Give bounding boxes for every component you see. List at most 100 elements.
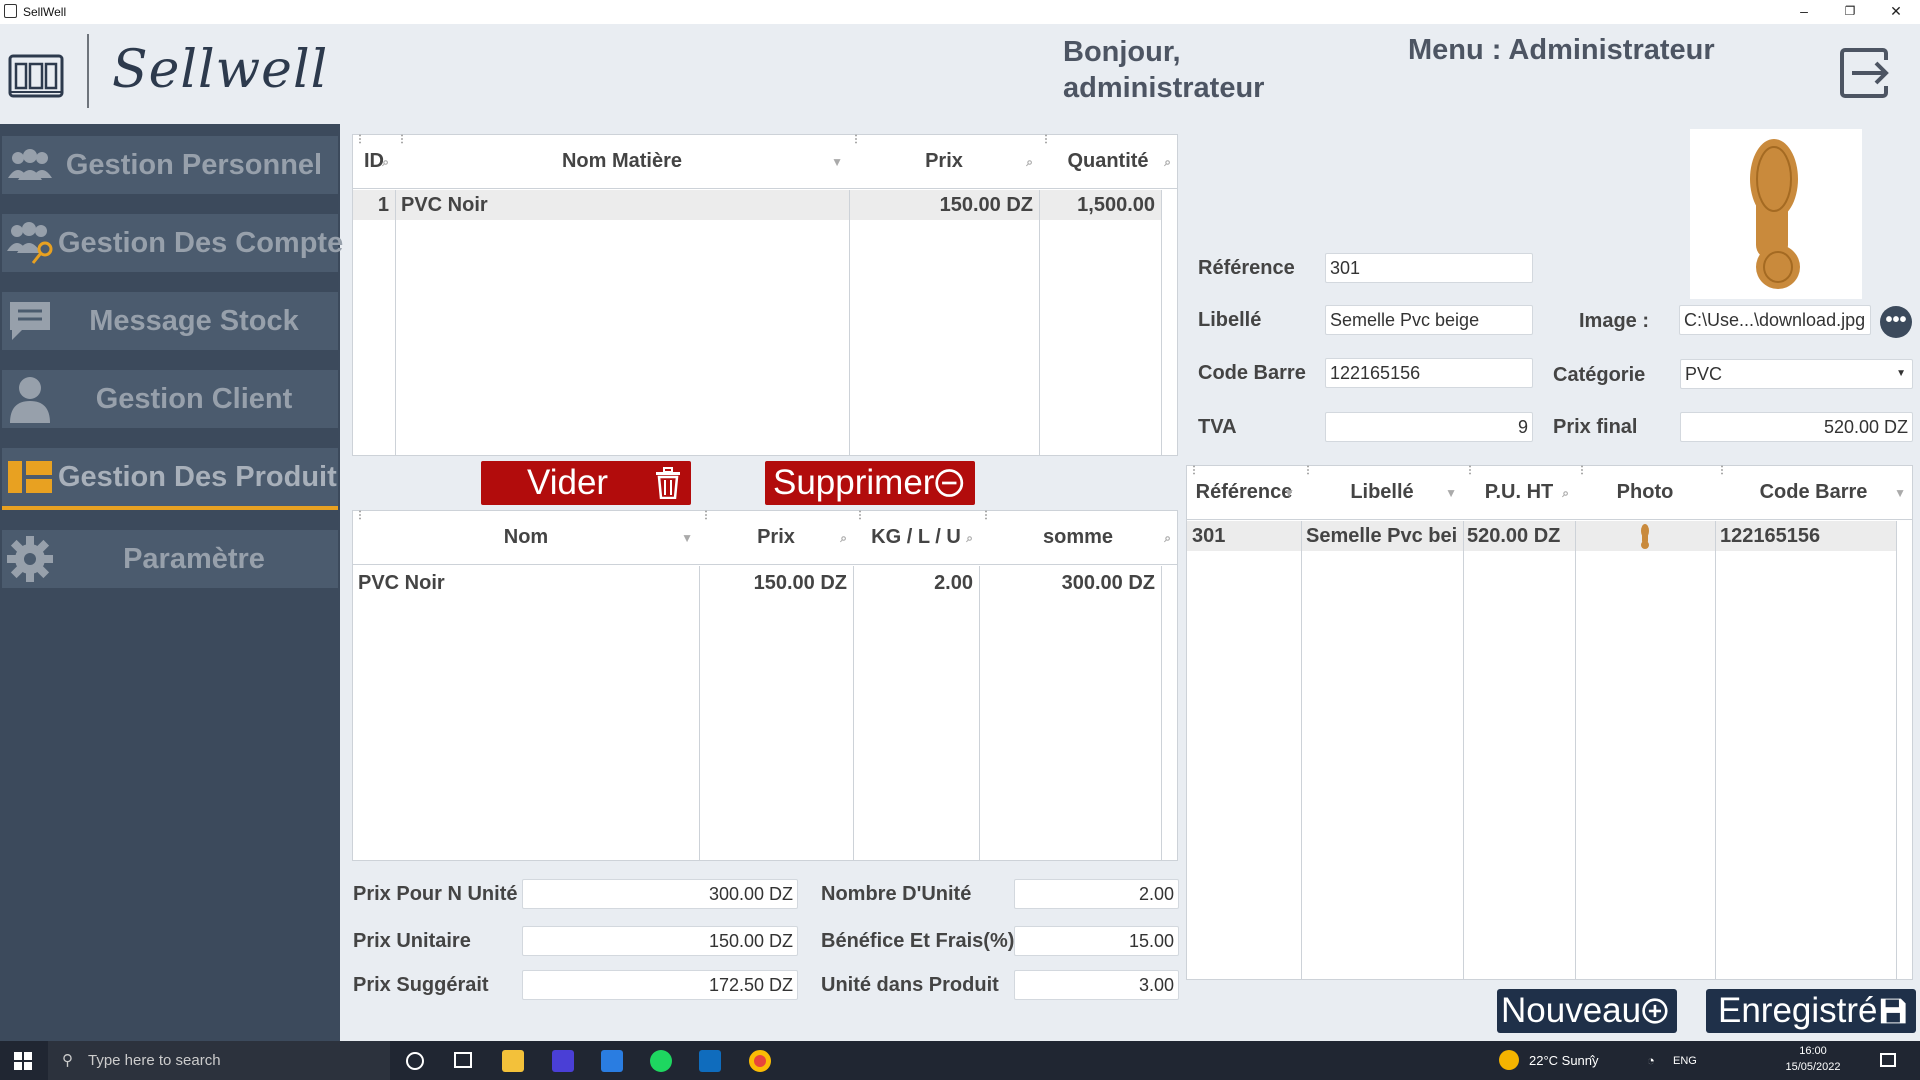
restore-button[interactable]: ❐ [1827, 0, 1873, 24]
browse-image-button[interactable]: ••• [1880, 306, 1912, 338]
cell-kg: 2.00 [934, 572, 973, 594]
unite-produit-field[interactable]: 3.00 [1014, 970, 1179, 1000]
nombre-unite-field[interactable]: 2.00 [1014, 879, 1179, 909]
sidebar-item-label: Gestion Des Compte [58, 226, 344, 259]
tva-field[interactable]: 9 [1325, 412, 1533, 442]
task-view-icon[interactable] [454, 1052, 472, 1068]
chrome-icon[interactable] [749, 1050, 771, 1072]
users-key-icon [2, 214, 58, 272]
minimize-button[interactable]: – [1781, 0, 1827, 24]
column-header-reference[interactable]: ⋮ Référence ▼ [1187, 466, 1301, 520]
mail-icon[interactable] [699, 1050, 721, 1072]
sidebar-item-gestion-des-produit[interactable]: Gestion Des Produit [2, 448, 338, 510]
column-header-somme[interactable]: ⋮ somme ⌕ [979, 511, 1177, 565]
column-header-quantite[interactable]: ⋮ Quantité ⌕ [1039, 135, 1177, 189]
categorie-select[interactable]: PVC ▼ [1680, 359, 1913, 389]
search-icon[interactable]: ⌕ [966, 531, 973, 546]
prix-unitaire-field[interactable]: 150.00 DZ [522, 926, 798, 956]
column-header-nom-matiere[interactable]: ⋮ Nom Matière ▼ [395, 135, 849, 189]
filter-icon[interactable]: ▼ [1894, 486, 1906, 500]
filter-icon[interactable]: ▼ [1445, 486, 1457, 500]
prix-pour-n-unite-label: Prix Pour N Unité [353, 883, 518, 905]
taskbar-search-input[interactable]: ⚲ Type here to search [48, 1041, 390, 1080]
app-icon [4, 4, 17, 18]
image-label: Image : [1579, 310, 1650, 332]
benefice-field[interactable]: 15.00 [1014, 926, 1179, 956]
sidebar-item-gestion-client[interactable]: Gestion Client [2, 370, 338, 428]
sidebar-item-gestion-personnel[interactable]: Gestion Personnel [2, 136, 338, 194]
notifications-icon[interactable] [1880, 1053, 1896, 1067]
reference-field[interactable]: 301 [1325, 253, 1533, 283]
save-icon [1880, 998, 1906, 1024]
products-table[interactable]: ⋮ Référence ▼ ⋮ Libellé ▼ ⋮ P.U. HT ⌕ ⋮ Photo ⋮… [1186, 465, 1913, 980]
clock[interactable]: 16:00 15/05/2022 [1778, 1043, 1848, 1075]
search-icon[interactable]: ⌕ [1164, 531, 1171, 546]
menu-title: Menu : Administrateur [1408, 34, 1715, 66]
search-icon[interactable]: ⌕ [840, 531, 847, 546]
sidebar-item-parametre[interactable]: Paramètre [2, 530, 338, 588]
trash-icon [656, 467, 680, 499]
code-barre-field[interactable]: 122165156 [1325, 358, 1533, 388]
column-header-prix[interactable]: ⋮ Prix ⌕ [849, 135, 1039, 189]
search-icon[interactable]: ⌕ [382, 155, 389, 170]
clock-time: 16:00 [1799, 1045, 1827, 1057]
tray-chevron-icon[interactable]: ⌃ [1588, 1041, 1597, 1080]
sidebar-item-message-stock[interactable]: Message Stock [2, 292, 338, 350]
taskbar-search-placeholder: Type here to search [88, 1052, 221, 1069]
composition-table[interactable]: ⋮ Nom ▼ ⋮ Prix ⌕ ⋮ KG / L / U ⌕ ⋮ somme ⌕ PVC No… [352, 510, 1178, 861]
enregistre-button[interactable]: Enregistré [1706, 989, 1916, 1033]
logo-icon [8, 54, 64, 98]
cell-pu: 520.00 DZ [1467, 525, 1561, 547]
cell-nom: PVC Noir [358, 572, 445, 594]
product-image [1690, 129, 1862, 299]
sidebar-item-gestion-des-compte[interactable]: Gestion Des Compte [2, 214, 343, 272]
logout-icon[interactable] [1838, 46, 1892, 100]
column-header-prix[interactable]: ⋮ Prix ⌕ [699, 511, 853, 565]
more-icon: ••• [1885, 309, 1907, 331]
window-title: SellWell [23, 5, 67, 19]
sole-image-icon [1750, 139, 1800, 289]
close-button[interactable]: ✕ [1873, 0, 1919, 24]
filter-icon[interactable]: ▼ [681, 531, 693, 545]
windows-start-icon[interactable] [14, 1052, 32, 1070]
layout-icon [2, 448, 58, 506]
categorie-value: PVC [1685, 364, 1723, 384]
column-header-photo[interactable]: ⋮ Photo [1575, 466, 1715, 520]
sidebar-item-label: Gestion Personnel [65, 148, 323, 181]
app-header: Sellwell Bonjour, administrateur Menu : … [0, 24, 1920, 124]
prix-suggere-field[interactable]: 172.50 DZ [522, 970, 798, 1000]
column-header-libelle[interactable]: ⋮ Libellé ▼ [1301, 466, 1463, 520]
sidebar-item-label: Paramètre [123, 542, 265, 575]
cell-prix: 150.00 DZ [939, 194, 1033, 216]
search-icon[interactable]: ⌕ [1164, 155, 1171, 170]
column-header-id[interactable]: ⋮ ID ⌕ [353, 135, 395, 189]
store-icon[interactable] [601, 1050, 623, 1072]
visual-studio-icon[interactable] [552, 1050, 574, 1072]
cortana-icon[interactable] [406, 1052, 424, 1070]
libelle-field[interactable]: Semelle Pvc beige [1325, 305, 1533, 335]
column-header-kg-l-u[interactable]: ⋮ KG / L / U ⌕ [853, 511, 979, 565]
network-icon[interactable]: ◔ [1647, 1041, 1655, 1080]
filter-icon[interactable]: ▼ [1283, 486, 1295, 500]
column-header-code-barre[interactable]: ⋮ Code Barre ▼ [1715, 466, 1912, 520]
search-icon[interactable]: ⌕ [1562, 486, 1569, 501]
search-icon[interactable]: ⌕ [1026, 155, 1033, 170]
filter-icon[interactable]: ▼ [831, 155, 843, 169]
column-header-pu-ht[interactable]: ⋮ P.U. HT ⌕ [1463, 466, 1575, 520]
supprimer-button[interactable]: Supprimer [765, 461, 975, 505]
weather-sun-icon[interactable] [1499, 1050, 1519, 1070]
cell-reference: 301 [1192, 525, 1226, 547]
prix-pour-n-unite-field[interactable]: 300.00 DZ [522, 879, 798, 909]
materials-table[interactable]: ⋮ ID ⌕ ⋮ Nom Matière ▼ ⋮ Prix ⌕ ⋮ Quantité ⌕ 1 P… [352, 134, 1178, 456]
nouveau-button[interactable]: Nouveau [1497, 989, 1677, 1033]
spotify-icon[interactable] [650, 1050, 672, 1072]
file-explorer-icon[interactable] [502, 1050, 524, 1072]
categorie-label: Catégorie [1553, 364, 1646, 386]
column-header-nom[interactable]: ⋮ Nom ▼ [353, 511, 699, 565]
cell-quantite: 1,500.00 [1077, 194, 1155, 216]
cell-nom: PVC Noir [401, 194, 488, 216]
prix-final-field[interactable]: 520.00 DZ [1680, 412, 1913, 442]
image-path-field[interactable]: C:\Use...\download.jpg [1679, 305, 1871, 335]
tray-language[interactable]: ENG [1673, 1041, 1697, 1080]
vider-button[interactable]: Vider [481, 461, 691, 505]
